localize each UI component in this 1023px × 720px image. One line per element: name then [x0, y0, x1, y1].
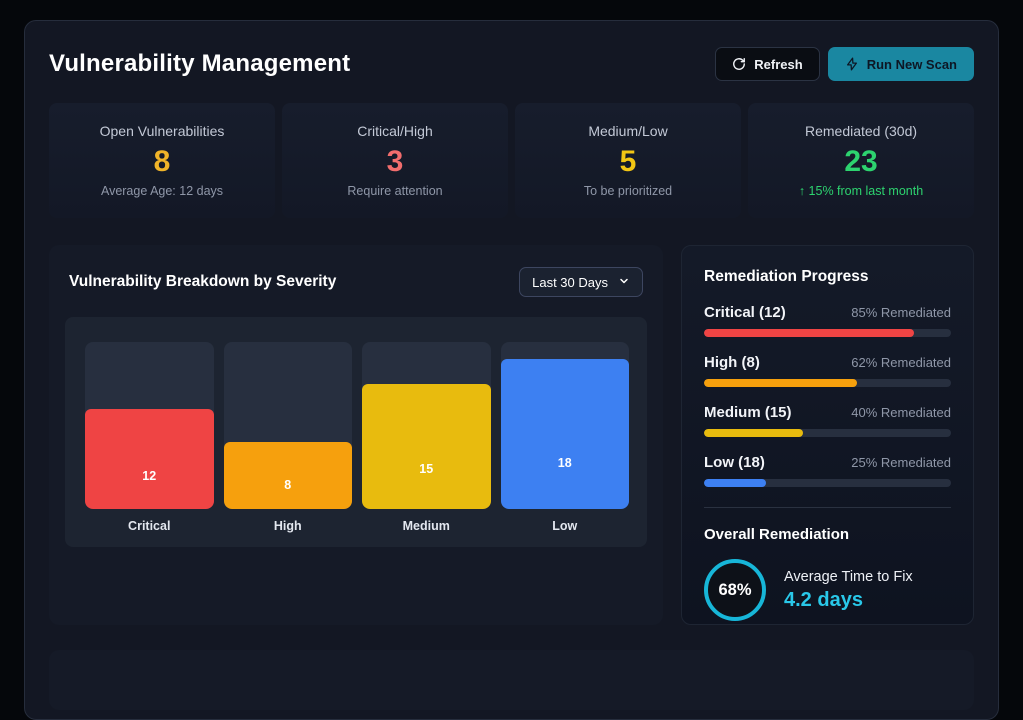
progress-label: Medium (15) [704, 404, 792, 421]
bar-value: 15 [362, 462, 491, 476]
progress-head: Medium (15) 40% Remediated [704, 404, 951, 421]
severity-breakdown-card: Vulnerability Breakdown by Severity Last… [49, 245, 663, 625]
bar-low: 18 Low [501, 342, 630, 535]
stat-subtext: ↑ 15% from last month [799, 184, 923, 198]
chart-title: Vulnerability Breakdown by Severity [69, 273, 336, 291]
progress-head: Low (18) 25% Remediated [704, 454, 951, 471]
progress-track [704, 429, 951, 437]
stat-label: Open Vulnerabilities [100, 123, 225, 139]
progress-status: 40% Remediated [851, 405, 951, 420]
avg-time-value: 4.2 days [784, 589, 913, 612]
stat-subtext: To be prioritized [584, 184, 672, 198]
header-actions: Refresh Run New Scan [715, 47, 974, 81]
overall-percent-ring: 68% [704, 559, 766, 621]
bar-category-label: High [224, 509, 353, 535]
content-row: Vulnerability Breakdown by Severity Last… [49, 245, 974, 625]
progress-item-high: High (8) 62% Remediated [704, 354, 951, 387]
stat-value: 3 [387, 145, 404, 178]
progress-status: 85% Remediated [851, 305, 951, 320]
stat-subtext: Average Age: 12 days [101, 184, 223, 198]
page-title: Vulnerability Management [49, 50, 350, 78]
progress-fill-medium [704, 429, 803, 437]
progress-label: Critical (12) [704, 304, 786, 321]
chart-card-header: Vulnerability Breakdown by Severity Last… [65, 267, 647, 297]
overall-info: Average Time to Fix 4.2 days [784, 569, 913, 612]
refresh-button[interactable]: Refresh [715, 47, 819, 81]
stat-value: 8 [154, 145, 171, 178]
bar-value: 8 [224, 478, 353, 492]
stat-value: 23 [844, 145, 877, 178]
bars-row: 12 Critical 8 High [85, 342, 629, 535]
panel-header: Vulnerability Management Refresh Run New… [49, 47, 974, 81]
bar-track: 15 [362, 342, 491, 509]
refresh-button-label: Refresh [754, 57, 802, 72]
progress-status: 25% Remediated [851, 455, 951, 470]
bar-category-label: Low [501, 509, 630, 535]
bar-high: 8 High [224, 342, 353, 535]
next-section-card-partial [49, 650, 974, 710]
stat-value: 5 [620, 145, 637, 178]
stat-label: Remediated (30d) [805, 123, 917, 139]
remediation-title: Remediation Progress [704, 268, 951, 286]
stat-card-open-vulnerabilities: Open Vulnerabilities 8 Average Age: 12 d… [49, 103, 275, 218]
stat-card-critical-high: Critical/High 3 Require attention [282, 103, 508, 218]
bar-fill-critical: 12 [85, 409, 214, 509]
stat-card-medium-low: Medium/Low 5 To be prioritized [515, 103, 741, 218]
avg-time-label: Average Time to Fix [784, 569, 913, 585]
stat-label: Medium/Low [588, 123, 667, 139]
progress-fill-critical [704, 329, 914, 337]
bar-value: 18 [501, 456, 630, 470]
refresh-icon [732, 57, 746, 71]
progress-fill-high [704, 379, 857, 387]
progress-status: 62% Remediated [851, 355, 951, 370]
progress-item-medium: Medium (15) 40% Remediated [704, 404, 951, 437]
progress-track [704, 379, 951, 387]
bar-category-label: Critical [85, 509, 214, 535]
progress-fill-low [704, 479, 766, 487]
progress-track [704, 329, 951, 337]
progress-label: High (8) [704, 354, 760, 371]
bar-track: 18 [501, 342, 630, 509]
time-range-value: Last 30 Days [532, 275, 608, 290]
progress-item-critical: Critical (12) 85% Remediated [704, 304, 951, 337]
stat-label: Critical/High [357, 123, 432, 139]
bar-track: 8 [224, 342, 353, 509]
bar-value: 12 [85, 469, 214, 483]
overall-remediation-title: Overall Remediation [704, 526, 951, 543]
bar-critical: 12 Critical [85, 342, 214, 535]
bar-chart: 12 Critical 8 High [65, 317, 647, 547]
lightning-bolt-icon [845, 57, 859, 71]
stats-row: Open Vulnerabilities 8 Average Age: 12 d… [49, 103, 974, 218]
vulnerability-management-panel: Vulnerability Management Refresh Run New… [24, 20, 999, 720]
progress-item-low: Low (18) 25% Remediated [704, 454, 951, 487]
bar-medium: 15 Medium [362, 342, 491, 535]
bar-track: 12 [85, 342, 214, 509]
remediation-progress-card: Remediation Progress Critical (12) 85% R… [681, 245, 974, 625]
bar-fill-low: 18 [501, 359, 630, 509]
stat-card-remediated: Remediated (30d) 23 ↑ 15% from last mont… [748, 103, 974, 218]
progress-track [704, 479, 951, 487]
time-range-dropdown[interactable]: Last 30 Days [519, 267, 643, 297]
run-new-scan-button[interactable]: Run New Scan [828, 47, 974, 81]
divider [704, 507, 951, 508]
progress-label: Low (18) [704, 454, 765, 471]
bar-fill-high: 8 [224, 442, 353, 509]
progress-head: Critical (12) 85% Remediated [704, 304, 951, 321]
overall-remediation-row: 68% Average Time to Fix 4.2 days [704, 559, 951, 621]
run-new-scan-label: Run New Scan [867, 57, 957, 72]
bar-category-label: Medium [362, 509, 491, 535]
chevron-down-icon [618, 275, 630, 290]
progress-head: High (8) 62% Remediated [704, 354, 951, 371]
bar-fill-medium: 15 [362, 384, 491, 509]
stat-subtext: Require attention [347, 184, 442, 198]
